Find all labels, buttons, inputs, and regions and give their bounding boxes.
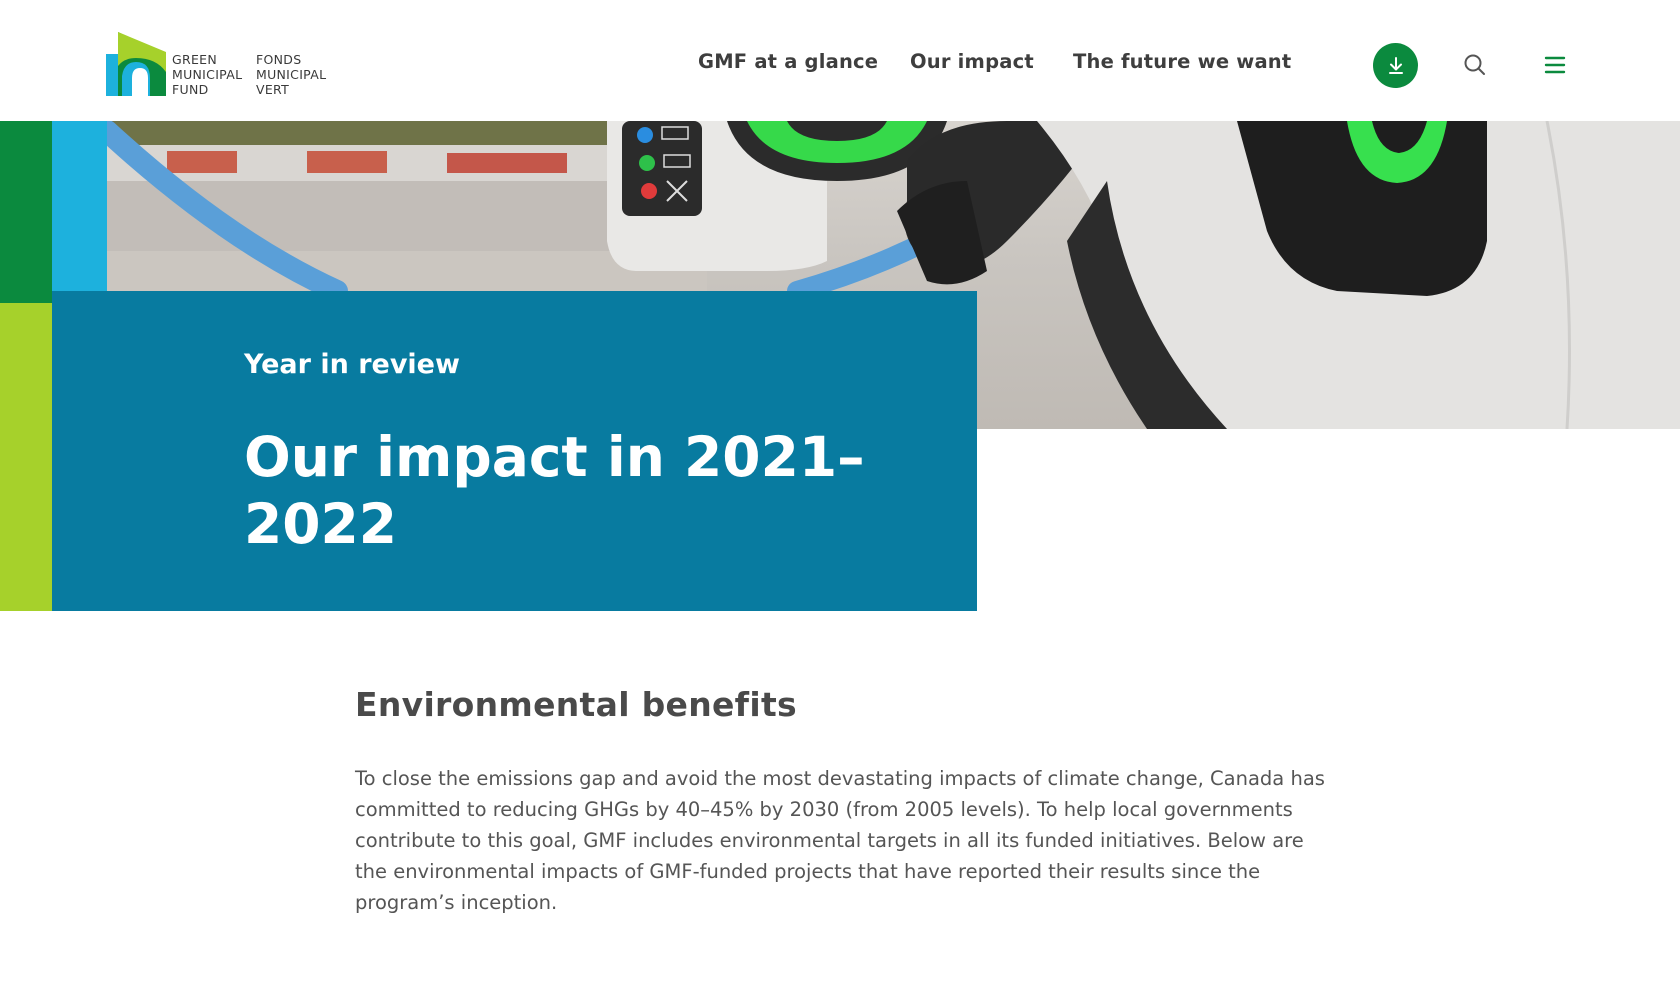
- nav-item-future-we-want[interactable]: The future we want: [1073, 50, 1291, 73]
- hamburger-menu-icon: [1544, 56, 1566, 74]
- search-button[interactable]: [1462, 52, 1488, 78]
- hero-section: Year in review Our impact in 2021–2022: [0, 121, 1680, 611]
- page-title: Our impact in 2021–2022: [244, 425, 865, 556]
- hero-eyebrow: Year in review: [244, 349, 460, 380]
- page: GREEN MUNICIPAL FUND FONDS MUNICIPAL VER…: [0, 0, 1680, 1000]
- hero-title-card: Year in review Our impact in 2021–2022: [52, 291, 977, 611]
- decorative-stripe-cyan: [52, 121, 107, 291]
- decorative-stripe-green: [0, 121, 52, 303]
- section-heading: Environmental benefits: [355, 685, 797, 724]
- search-icon: [1464, 54, 1485, 75]
- main-nav: GMF at a glance Our impact The future we…: [0, 50, 1680, 78]
- decorative-stripe-lime: [0, 303, 52, 611]
- menu-button[interactable]: [1542, 53, 1568, 77]
- nav-item-our-impact[interactable]: Our impact: [910, 50, 1034, 73]
- nav-item-gmf-at-a-glance[interactable]: GMF at a glance: [698, 50, 878, 73]
- download-button[interactable]: [1373, 43, 1418, 88]
- download-icon: [1388, 56, 1403, 74]
- section-body-text: To close the emissions gap and avoid the…: [355, 767, 1325, 914]
- site-header: GREEN MUNICIPAL FUND FONDS MUNICIPAL VER…: [0, 0, 1680, 121]
